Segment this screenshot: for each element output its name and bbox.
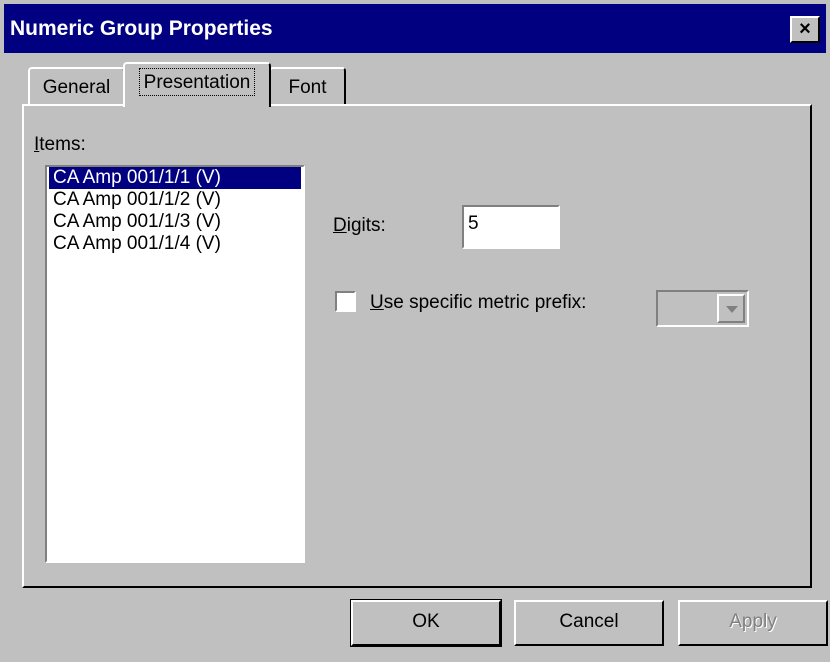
list-item[interactable]: CA Amp 001/1/2 (V) xyxy=(47,189,303,211)
window-title: Numeric Group Properties xyxy=(10,17,273,40)
tab-general[interactable]: General xyxy=(28,67,125,105)
dialog-window: Numeric Group Properties × General Prese… xyxy=(0,0,830,662)
list-item[interactable]: CA Amp 001/1/3 (V) xyxy=(47,211,303,233)
cancel-button[interactable]: Cancel xyxy=(514,600,664,646)
chevron-down-icon xyxy=(726,306,738,313)
metric-prefix-checkbox[interactable] xyxy=(335,291,356,312)
items-label: Items: xyxy=(34,134,86,155)
items-listbox[interactable]: CA Amp 001/1/1 (V) CA Amp 001/1/2 (V) CA… xyxy=(45,165,305,563)
ok-button[interactable]: OK xyxy=(350,599,502,647)
metric-prefix-label[interactable]: Use specific metric prefix: xyxy=(370,292,586,314)
tab-font-label: Font xyxy=(288,77,327,98)
list-item[interactable]: CA Amp 001/1/4 (V) xyxy=(47,233,303,255)
metric-prefix-select[interactable] xyxy=(656,290,749,327)
tab-general-label: General xyxy=(42,77,111,98)
apply-button[interactable]: Apply xyxy=(678,600,828,646)
digits-label: Digits: xyxy=(333,215,386,236)
tab-font[interactable]: Font xyxy=(269,67,346,105)
list-item[interactable]: CA Amp 001/1/1 (V) xyxy=(49,167,301,189)
title-bar: Numeric Group Properties × xyxy=(4,4,826,53)
close-button[interactable]: × xyxy=(790,16,820,43)
tab-presentation[interactable]: Presentation xyxy=(123,62,271,107)
dropdown-button[interactable] xyxy=(717,294,745,323)
tab-presentation-label: Presentation xyxy=(138,68,256,96)
digits-input[interactable]: 5 xyxy=(462,205,560,249)
